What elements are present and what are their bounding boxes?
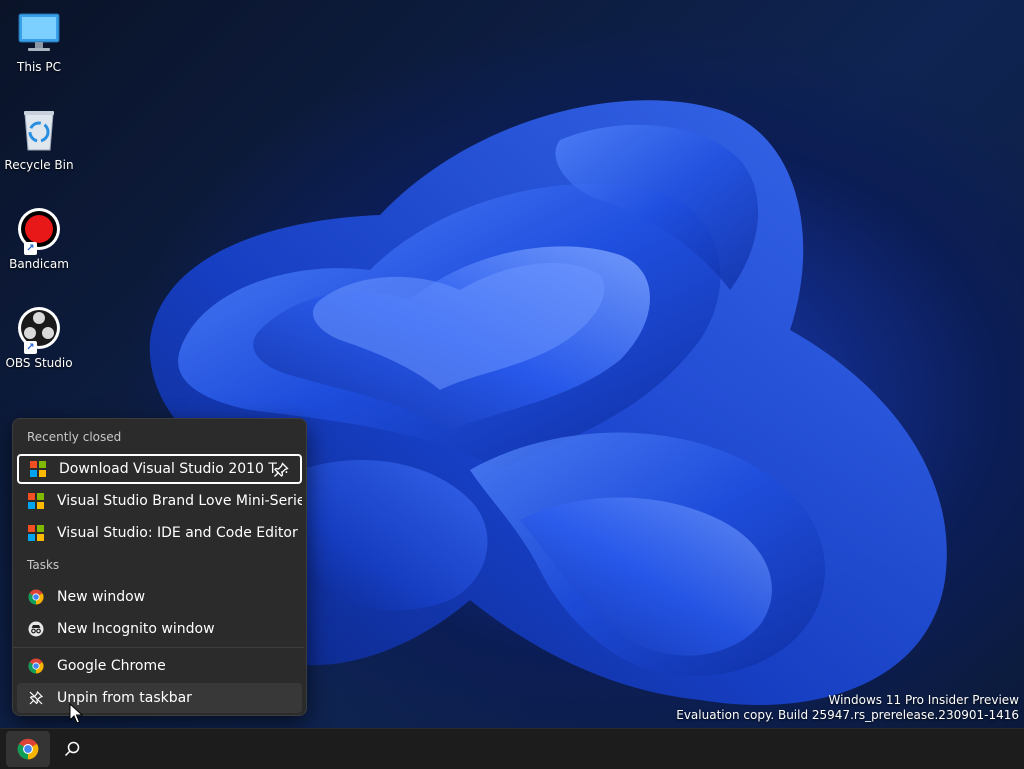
unpin-from-taskbar[interactable]: Unpin from taskbar [17, 683, 302, 713]
recent-item-label: Visual Studio: IDE and Code Editor f... [57, 525, 302, 541]
bandicam-icon: ↗ [16, 207, 62, 255]
desktop-icon-label: Recycle Bin [4, 158, 74, 172]
desktop-icon-this-pc[interactable]: This PC [4, 10, 74, 74]
watermark-edition: Windows 11 Pro Insider Preview [828, 693, 1019, 707]
chrome-icon [17, 738, 39, 760]
recent-item-ide-code-editor[interactable]: Visual Studio: IDE and Code Editor f... [17, 518, 302, 548]
monitor-icon [16, 10, 62, 56]
taskbar-chrome-button[interactable] [6, 731, 50, 767]
app-label: Google Chrome [57, 658, 166, 674]
windows-watermark: Windows 11 Pro Insider Preview Evaluatio… [676, 693, 1019, 723]
incognito-icon [28, 621, 44, 637]
recent-item-brand-love[interactable]: Visual Studio Brand Love Mini-Serie... [17, 486, 302, 516]
desktop-icon-recycle-bin[interactable]: Recycle Bin [4, 108, 74, 172]
shortcut-arrow-icon: ↗ [24, 242, 37, 255]
task-label: New Incognito window [57, 621, 215, 637]
microsoft-logo-icon [28, 525, 44, 541]
tasks-header: Tasks [27, 558, 60, 572]
search-icon [64, 741, 80, 757]
open-google-chrome[interactable]: Google Chrome [17, 651, 302, 681]
desktop-icon-label: This PC [17, 60, 61, 74]
divider [13, 647, 304, 648]
recently-closed-header: Recently closed [27, 430, 122, 444]
recycle-bin-icon [16, 108, 62, 154]
obs-icon: ↗ [16, 306, 62, 354]
shortcut-arrow-icon: ↗ [24, 341, 37, 354]
desktop-icon-label: Bandicam [9, 257, 69, 271]
desktop-icon-obs-studio[interactable]: ↗ OBS Studio [4, 306, 74, 370]
pin-icon[interactable] [272, 461, 290, 479]
task-new-window[interactable]: New window [17, 582, 302, 612]
microsoft-logo-icon [28, 493, 44, 509]
mouse-cursor-icon [69, 703, 83, 724]
task-label: New window [57, 589, 146, 605]
recent-item-download-visual-studio[interactable]: Download Visual Studio 2010 T... [17, 454, 302, 484]
watermark-build: Evaluation copy. Build 25947.rs_prerelea… [676, 708, 1019, 722]
recent-item-label: Download Visual Studio 2010 T... [59, 461, 289, 477]
task-new-incognito-window[interactable]: New Incognito window [17, 614, 302, 644]
chrome-icon [28, 589, 44, 605]
recent-item-label: Visual Studio Brand Love Mini-Serie... [57, 493, 302, 509]
desktop-icon-label: OBS Studio [5, 356, 73, 370]
taskbar [0, 728, 1024, 769]
chrome-icon [28, 658, 44, 674]
chrome-jump-list: Recently closed Download Visual Studio 2… [12, 418, 307, 716]
unpin-icon [28, 690, 44, 706]
taskbar-search-button[interactable] [50, 731, 94, 767]
microsoft-logo-icon [30, 461, 46, 477]
desktop-icon-bandicam[interactable]: ↗ Bandicam [4, 207, 74, 271]
